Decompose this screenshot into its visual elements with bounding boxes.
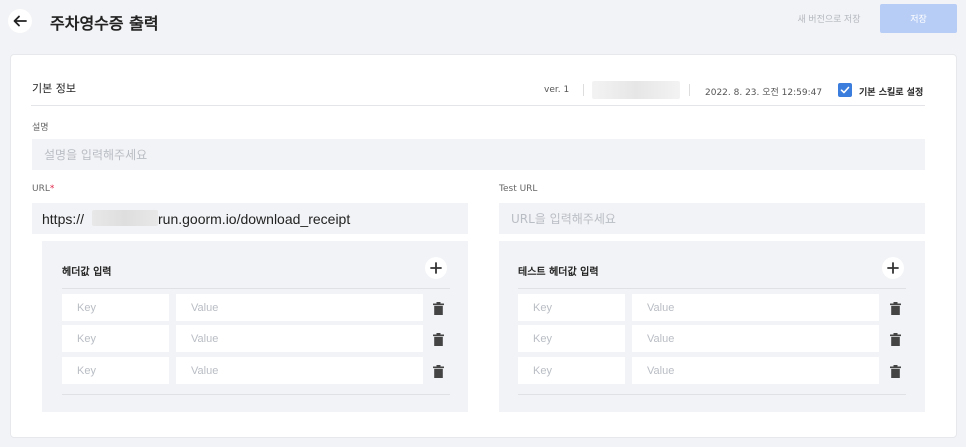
url-label: URL* xyxy=(32,184,54,194)
save-button[interactable]: 저장 xyxy=(880,4,957,33)
required-mark: * xyxy=(49,184,55,194)
plus-icon xyxy=(430,262,442,274)
test-header-value-input[interactable]: Value xyxy=(632,294,879,321)
add-test-header-button[interactable] xyxy=(882,257,904,279)
default-skill-checkbox[interactable] xyxy=(838,83,852,97)
version-label: ver. 1 xyxy=(544,85,570,95)
updated-date: 2022. 8. 23. 오전 12:59:47 xyxy=(705,88,823,98)
headers-divider xyxy=(62,394,450,395)
headers-divider xyxy=(62,288,450,289)
add-header-button[interactable] xyxy=(425,257,447,279)
delete-header-button[interactable] xyxy=(432,364,444,378)
delete-header-button[interactable] xyxy=(432,332,444,346)
test-url-label: Test URL xyxy=(499,184,538,194)
test-header-value-input[interactable]: Value xyxy=(632,357,879,384)
divider xyxy=(583,84,584,96)
trash-icon xyxy=(432,364,444,378)
delete-test-header-button[interactable] xyxy=(889,364,901,378)
test-header-value-input[interactable]: Value xyxy=(632,325,879,352)
trash-icon xyxy=(889,332,901,346)
header-value-input[interactable]: Value xyxy=(176,357,423,384)
header-value-input[interactable]: Value xyxy=(176,325,423,352)
header-key-input[interactable]: Key xyxy=(62,294,169,321)
header-key-input[interactable]: Key xyxy=(62,357,169,384)
check-icon xyxy=(840,86,850,94)
redacted-author xyxy=(592,81,680,99)
redacted-url-part xyxy=(92,210,158,226)
headers-title: 헤더값 입력 xyxy=(62,267,112,278)
header-key-input[interactable]: Key xyxy=(62,325,169,352)
description-input[interactable]: 설명을 입력해주세요 xyxy=(32,139,925,170)
back-button[interactable] xyxy=(8,9,32,33)
arrow-left-icon xyxy=(13,15,27,27)
delete-test-header-button[interactable] xyxy=(889,332,901,346)
delete-header-button[interactable] xyxy=(432,301,444,315)
divider xyxy=(689,84,690,96)
plus-icon xyxy=(887,262,899,274)
delete-test-header-button[interactable] xyxy=(889,301,901,315)
section-title: 기본 정보 xyxy=(32,82,76,95)
save-new-version-button[interactable]: 새 버전으로 저장 xyxy=(785,4,873,33)
description-label: 설명 xyxy=(32,123,49,133)
test-headers-title: 테스트 헤더값 입력 xyxy=(518,267,599,278)
trash-icon xyxy=(889,364,901,378)
url-label-text: URL xyxy=(32,184,50,194)
test-headers-divider xyxy=(518,288,906,289)
test-header-key-input[interactable]: Key xyxy=(518,294,625,321)
page-title: 주차영수증 출력 xyxy=(50,14,159,33)
header-value-input[interactable]: Value xyxy=(176,294,423,321)
trash-icon xyxy=(432,332,444,346)
trash-icon xyxy=(889,301,901,315)
url-value-suffix: run.goorm.io/download_receipt xyxy=(158,211,351,227)
default-skill-label: 기본 스킬로 설정 xyxy=(859,88,924,98)
url-value-prefix: https:// xyxy=(42,211,85,227)
test-header-key-input[interactable]: Key xyxy=(518,357,625,384)
test-header-key-input[interactable]: Key xyxy=(518,325,625,352)
test-headers-divider xyxy=(518,394,906,395)
trash-icon xyxy=(432,301,444,315)
top-bar: 주차영수증 출력 새 버전으로 저장 저장 xyxy=(0,0,966,44)
test-url-input[interactable]: URL을 입력해주세요 xyxy=(499,203,925,234)
section-divider xyxy=(31,105,925,106)
